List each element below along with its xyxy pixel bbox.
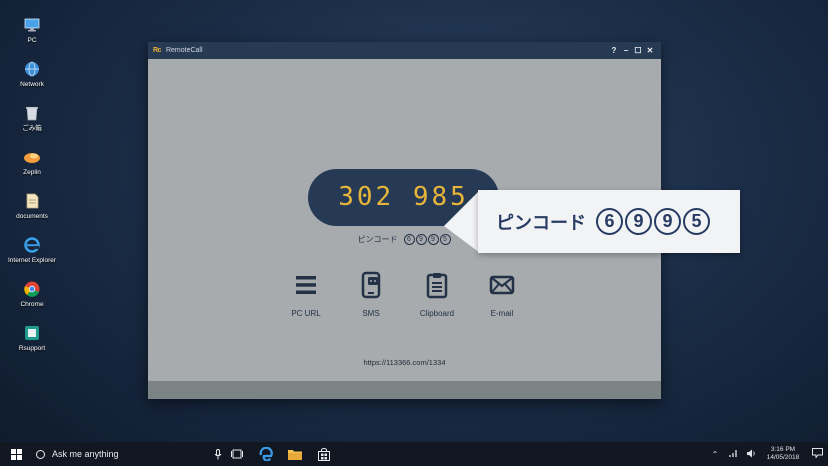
edge-icon: [259, 447, 273, 461]
taskbar-clock[interactable]: 3:16 PM 14/05/2018: [760, 446, 806, 462]
clock-time: 3:16 PM: [770, 446, 796, 453]
callout-pin-digit: 5: [683, 208, 710, 235]
taskbar-store[interactable]: [309, 442, 338, 466]
desktop-icon-zeplin[interactable]: Zeplin: [6, 148, 58, 177]
desktop-icon-label: documents: [16, 213, 48, 220]
close-button[interactable]: ✕: [644, 46, 656, 55]
pc-url-button[interactable]: PC URL: [276, 271, 336, 318]
desktop-icon-rsupport[interactable]: Rsupport: [6, 324, 58, 353]
taskbar-edge[interactable]: [251, 442, 280, 466]
chevron-up-icon[interactable]: ⌃: [706, 450, 724, 459]
desktop: PC Network ごみ箱 Zeplin documents Internet…: [0, 0, 828, 442]
pin-digit: 9: [415, 234, 427, 245]
desktop-icon-pc[interactable]: PC: [6, 16, 58, 45]
notification-icon: [811, 448, 823, 459]
window-title: RemoteCall: [165, 47, 203, 54]
desktop-icon-label: PC: [27, 37, 37, 44]
taskbar-file-explorer[interactable]: [280, 442, 309, 466]
clipboard-icon: [423, 271, 451, 299]
pin-code-callout: ピンコード 6 9 9 5: [478, 190, 740, 253]
desktop-icon-documents[interactable]: documents: [6, 192, 58, 221]
title-bar[interactable]: Rc RemoteCall ? − ☐ ✕: [148, 42, 661, 59]
sms-label: SMS: [362, 309, 380, 318]
microphone-icon[interactable]: [214, 448, 222, 460]
system-tray: ⌃ 3:16 PM 14/05/2018: [706, 442, 828, 466]
callout-pin-digit: 6: [596, 208, 623, 235]
desktop-icon-label: Internet Explorer: [7, 257, 57, 264]
task-view-icon: [230, 449, 243, 459]
desktop-icon-recycle-bin[interactable]: ごみ箱: [6, 104, 58, 133]
internet-explorer-icon: [23, 236, 41, 254]
desktop-icon-label: ごみ箱: [22, 125, 42, 132]
envelope-icon: [488, 271, 516, 299]
callout-pin-label: ピンコード: [496, 212, 586, 233]
pc-url-label: PC URL: [291, 309, 321, 318]
pin-digit: 9: [427, 234, 439, 245]
desktop-icon-label: Rsupport: [18, 345, 46, 352]
maximize-button[interactable]: ☐: [632, 46, 644, 55]
help-button[interactable]: ?: [608, 46, 620, 55]
callout-pointer: [444, 190, 480, 253]
desktop-icon-chrome[interactable]: Chrome: [6, 280, 58, 309]
store-bag-icon: [317, 447, 330, 461]
email-label: E-mail: [490, 309, 514, 318]
app-logo: Rc: [153, 47, 161, 54]
email-button[interactable]: E-mail: [472, 271, 532, 318]
clipboard-label: Clipboard: [419, 309, 455, 318]
network-tray-icon[interactable]: [724, 449, 742, 460]
menu-lines-icon: [292, 271, 320, 299]
sms-button[interactable]: SMS: [341, 271, 401, 318]
action-center-button[interactable]: [806, 448, 828, 460]
start-button[interactable]: [0, 442, 32, 466]
desktop-icon-label: Chrome: [20, 301, 44, 308]
desktop-icon-network[interactable]: Network: [6, 60, 58, 89]
search-placeholder: Ask me anything: [52, 449, 119, 459]
window-footer-bar: [148, 381, 661, 399]
pin-digit: 6: [403, 234, 415, 245]
taskbar-search[interactable]: Ask me anything: [32, 442, 222, 466]
taskbar: Ask me anything ⌃ 3:16 PM 14/05/2018: [0, 442, 828, 466]
cortana-circle-icon: [36, 449, 45, 459]
desktop-icon-label: Network: [20, 81, 44, 88]
documents-icon: [23, 192, 41, 210]
folder-icon: [287, 450, 302, 460]
desktop-icon-label: Zeplin: [23, 169, 41, 176]
callout-pin-digit: 9: [625, 208, 652, 235]
connection-url[interactable]: https://113366.com/1334: [148, 358, 661, 367]
network-icon: [23, 60, 41, 78]
task-view-button[interactable]: [222, 442, 251, 466]
rsupport-icon: [23, 324, 41, 342]
windows-logo-icon: [10, 448, 22, 460]
zeplin-icon: [23, 148, 41, 166]
pin-code-label: ピンコード: [357, 235, 398, 244]
clipboard-button[interactable]: Clipboard: [407, 271, 467, 318]
sms-phone-icon: [357, 271, 385, 299]
callout-pin-digit: 9: [654, 208, 681, 235]
desktop-icon-internet-explorer[interactable]: Internet Explorer: [6, 236, 58, 265]
volume-icon[interactable]: [742, 449, 760, 460]
pc-icon: [23, 16, 41, 34]
minimize-button[interactable]: −: [620, 46, 632, 55]
chrome-icon: [23, 280, 41, 298]
clock-date: 14/05/2018: [766, 454, 800, 461]
recycle-bin-icon: [23, 104, 41, 122]
